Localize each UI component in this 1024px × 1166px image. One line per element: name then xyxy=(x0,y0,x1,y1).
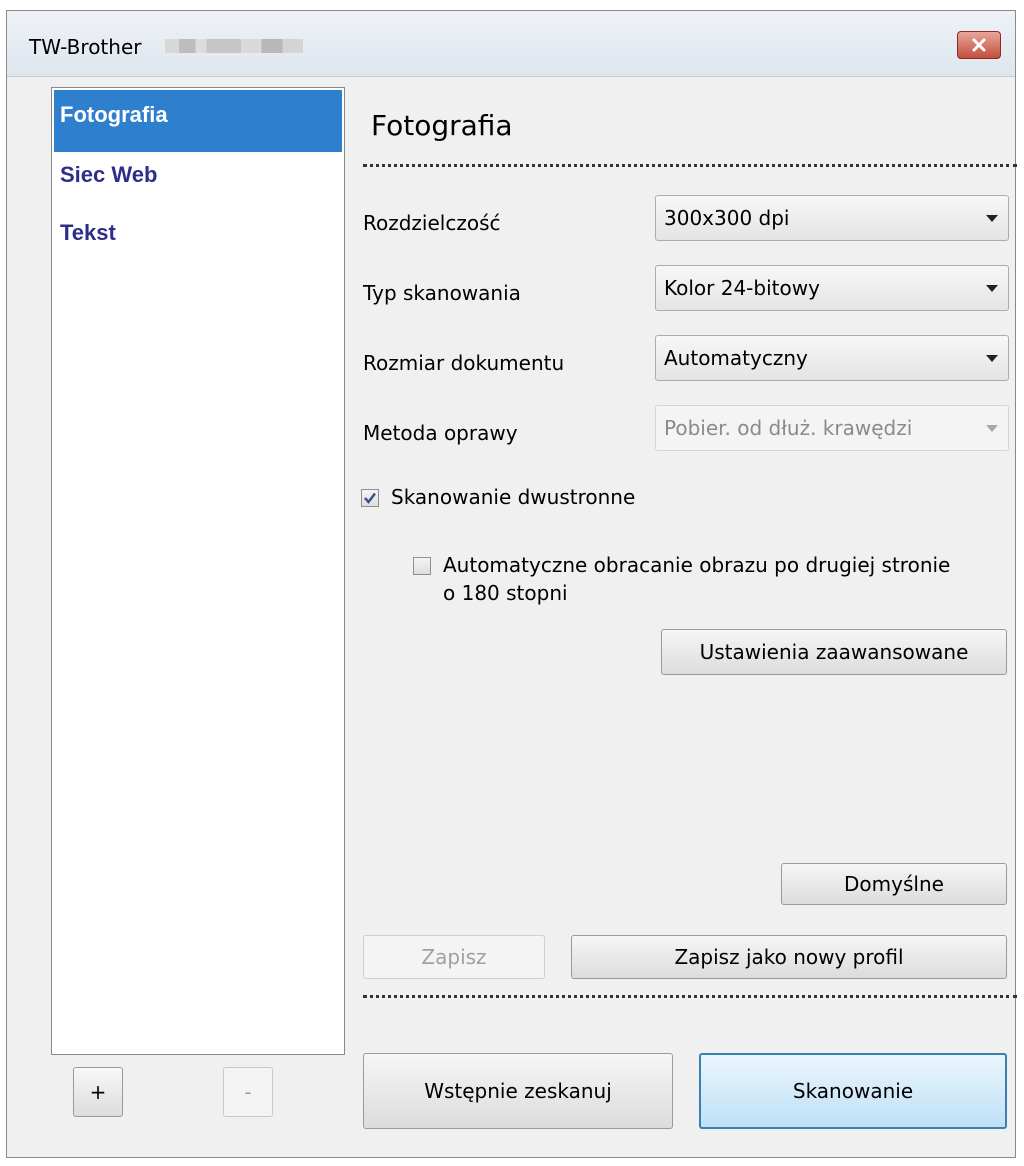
duplex-checkbox[interactable] xyxy=(361,489,379,507)
chevron-down-icon xyxy=(986,425,998,432)
binding-select[interactable]: Pobier. od dłuż. krawędzi xyxy=(655,405,1009,451)
close-icon xyxy=(972,38,986,52)
chevron-down-icon xyxy=(986,285,998,292)
close-button[interactable] xyxy=(957,31,1001,59)
binding-label: Metoda oprawy xyxy=(363,421,518,445)
redacted-model-name xyxy=(165,39,303,53)
profile-item-tekst[interactable]: Tekst xyxy=(54,208,342,270)
bottom-divider xyxy=(363,995,1017,998)
advanced-settings-button[interactable]: Ustawienia zaawansowane xyxy=(661,629,1007,675)
panel-title: Fotografia xyxy=(371,109,513,142)
scan-type-select[interactable]: Kolor 24-bitowy xyxy=(655,265,1009,311)
add-profile-button[interactable]: + xyxy=(73,1067,123,1117)
title-bar[interactable]: TW-Brother xyxy=(7,11,1015,77)
document-size-label: Rozmiar dokumentu xyxy=(363,351,565,375)
duplex-label[interactable]: Skanowanie dwustronne xyxy=(391,483,635,511)
scan-button[interactable]: Skanowanie xyxy=(699,1053,1007,1129)
top-divider xyxy=(363,164,1017,167)
chevron-down-icon xyxy=(986,355,998,362)
scan-type-label: Typ skanowania xyxy=(363,281,521,305)
scan-dialog-window: TW-Brother Fotografia Siec Web Tekst + -… xyxy=(6,10,1017,1158)
save-new-profile-button[interactable]: Zapisz jako nowy profil xyxy=(571,935,1007,979)
resolution-value: 300x300 dpi xyxy=(664,206,790,230)
auto-rotate-label-line1[interactable]: Automatyczne obracanie obrazu po drugiej… xyxy=(443,551,950,579)
profile-item-siec-web[interactable]: Siec Web xyxy=(54,150,342,212)
auto-rotate-checkbox[interactable] xyxy=(413,557,431,575)
resolution-label: Rozdzielczość xyxy=(363,211,501,235)
save-button[interactable]: Zapisz xyxy=(363,935,545,979)
document-size-select[interactable]: Automatyczny xyxy=(655,335,1009,381)
profile-list[interactable]: Fotografia Siec Web Tekst xyxy=(51,87,345,1055)
default-button[interactable]: Domyślne xyxy=(781,863,1007,905)
window-title: TW-Brother xyxy=(29,35,142,59)
checkmark-icon xyxy=(364,492,376,504)
remove-profile-button[interactable]: - xyxy=(223,1067,273,1117)
auto-rotate-label-line2[interactable]: o 180 stopni xyxy=(443,579,568,607)
resolution-select[interactable]: 300x300 dpi xyxy=(655,195,1009,241)
profile-item-fotografia[interactable]: Fotografia xyxy=(54,90,342,152)
binding-value: Pobier. od dłuż. krawędzi xyxy=(664,416,913,440)
prescan-button[interactable]: Wstępnie zeskanuj xyxy=(363,1053,673,1129)
scan-type-value: Kolor 24-bitowy xyxy=(664,276,820,300)
document-size-value: Automatyczny xyxy=(664,346,808,370)
chevron-down-icon xyxy=(986,215,998,222)
